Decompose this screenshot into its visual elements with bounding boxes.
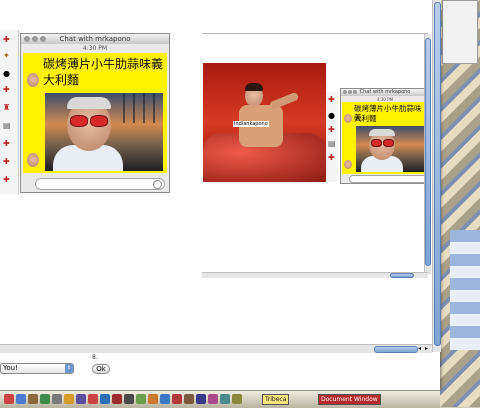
- dock-app-icon[interactable]: [52, 394, 62, 404]
- scroll-right-arrow[interactable]: ▸: [425, 345, 428, 352]
- content-vertical-scrollbar[interactable]: [424, 34, 431, 274]
- sidebar-icon[interactable]: ♜: [3, 104, 11, 112]
- chat-timestamp: 4:30 PM: [82, 45, 108, 52]
- document-window: ✚ ✦ ● ✚ ♜ ▤ ✚ ✚ ✚ Chat with mrkapono 4:3…: [0, 0, 441, 390]
- chat-window-right: Chat with mrkapono 4:30 PM 碳烤薄片小牛肋蒜味義 大利…: [340, 88, 430, 184]
- couch-photo: Indiankapono: [203, 63, 326, 182]
- sidebar-icon[interactable]: ✚: [328, 96, 336, 104]
- sidebar-icon[interactable]: ✚: [3, 140, 11, 148]
- dock-app-icon[interactable]: [136, 394, 146, 404]
- red-glasses: [70, 115, 88, 127]
- dock-app-icon[interactable]: [196, 394, 206, 404]
- dock-app-icon[interactable]: [208, 394, 218, 404]
- photo-caption: Indiankapono: [233, 121, 269, 127]
- dock: Tribeca Document Window: [0, 390, 440, 408]
- dock-app-icon[interactable]: [160, 394, 170, 404]
- dock-app-icon[interactable]: [4, 394, 14, 404]
- buddy-icon: [344, 160, 352, 169]
- chat-photo: [45, 93, 163, 171]
- sidebar-icon[interactable]: ✚: [3, 86, 11, 94]
- close-button[interactable]: [24, 36, 30, 42]
- dock-app-icon[interactable]: [112, 394, 122, 404]
- dock-app-icon[interactable]: [88, 394, 98, 404]
- sidebar-icon[interactable]: ✚: [328, 154, 336, 162]
- chat-message-line1: 碳烤薄片小牛肋蒜味義: [43, 57, 164, 71]
- window-vertical-scrollbar[interactable]: [432, 0, 441, 352]
- person-hair: [369, 129, 395, 136]
- dock-app-icon[interactable]: [28, 394, 38, 404]
- dock-minimized-window[interactable]: Tribeca: [262, 394, 290, 405]
- ok-button[interactable]: Ok: [92, 364, 110, 374]
- desktop-pattern: [440, 0, 480, 407]
- scroll-thumb[interactable]: [434, 2, 441, 346]
- right-sidebar-strip: ✚ ● ✚ ▤ ✚: [326, 92, 338, 182]
- dock-app-icon[interactable]: [220, 394, 230, 404]
- chat-input-field[interactable]: [349, 175, 427, 183]
- background-window-fragment: [442, 0, 478, 64]
- man-hair: [245, 83, 263, 91]
- sidebar-icon[interactable]: ✚: [328, 126, 336, 134]
- buddy-icon: [27, 73, 39, 87]
- dock-app-icon[interactable]: [100, 394, 110, 404]
- red-glasses: [371, 139, 382, 147]
- window-horizontal-scrollbar[interactable]: ◂ ▸: [0, 344, 432, 353]
- scroll-thumb[interactable]: [390, 273, 414, 278]
- dock-app-icon[interactable]: [172, 394, 182, 404]
- red-glasses: [383, 139, 394, 147]
- select-value: You!: [3, 364, 18, 372]
- dock-minimized-window[interactable]: Document Window: [318, 394, 381, 405]
- chat-message-panel: 碳烤薄片小牛肋蒜味義 大利麵: [23, 53, 167, 173]
- content-top-rule: [202, 33, 428, 34]
- dock-app-icon[interactable]: [40, 394, 50, 404]
- dock-app-icon[interactable]: [64, 394, 74, 404]
- content-horizontal-scrollbar[interactable]: [202, 272, 428, 278]
- buddy-icon: [27, 153, 39, 167]
- chat-message-panel: 碳烤薄片小牛肋蒜味義 大利麵: [342, 102, 428, 174]
- red-glasses: [90, 115, 108, 127]
- scroll-left-arrow[interactable]: ◂: [418, 345, 421, 352]
- sidebar-icon[interactable]: ✚: [3, 158, 11, 166]
- sidebar-icon[interactable]: ✚: [3, 36, 11, 44]
- buddy-icon: [344, 114, 352, 123]
- chat-input-field[interactable]: [35, 178, 165, 190]
- select-arrows-icon: ⇕: [65, 364, 73, 373]
- blue-window-strip: [450, 230, 480, 350]
- dock-app-icon[interactable]: [148, 394, 158, 404]
- dock-app-icon[interactable]: [184, 394, 194, 404]
- close-button[interactable]: [343, 90, 347, 94]
- scroll-thumb[interactable]: [374, 346, 418, 353]
- sidebar-icon[interactable]: ●: [3, 70, 11, 78]
- man-arm: [268, 91, 300, 111]
- sidebar-icon[interactable]: ▤: [3, 122, 11, 130]
- scroll-thumb[interactable]: [425, 38, 431, 266]
- person-hair: [67, 97, 111, 109]
- left-sidebar-strip: ✚ ✦ ● ✚ ♜ ▤ ✚ ✚ ✚: [0, 30, 19, 194]
- chat-message-line2: 大利麵: [354, 114, 377, 123]
- chat-title-bar[interactable]: Chat with mrkapono: [21, 34, 169, 44]
- palm-trees: [115, 93, 163, 123]
- small-label: 8.: [92, 354, 98, 361]
- sidebar-icon[interactable]: ▤: [328, 140, 336, 148]
- chat-title-bar[interactable]: Chat with mrkapono: [341, 89, 429, 96]
- dock-app-icon[interactable]: [232, 394, 242, 404]
- minimize-button[interactable]: [32, 36, 38, 42]
- zoom-button[interactable]: [40, 36, 46, 42]
- dock-app-icon[interactable]: [124, 394, 134, 404]
- chat-title: Chat with mrkapono: [359, 89, 411, 95]
- minimize-button[interactable]: [348, 90, 352, 94]
- dock-app-icon[interactable]: [16, 394, 26, 404]
- zoom-button[interactable]: [353, 90, 357, 94]
- chat-message-line2: 大利麵: [43, 73, 80, 87]
- emoticon-icon[interactable]: [153, 180, 162, 189]
- sidebar-icon[interactable]: ✦: [3, 52, 11, 60]
- sidebar-icon[interactable]: ✚: [3, 176, 11, 184]
- chat-title: Chat with mrkapono: [59, 35, 131, 43]
- sidebar-icon[interactable]: ●: [328, 112, 336, 120]
- chat-window-left: Chat with mrkapono 4:30 PM 碳烤薄片小牛肋蒜味義 大利…: [20, 33, 170, 193]
- recipient-select[interactable]: You! ⇕: [0, 363, 74, 374]
- chat-photo: [356, 126, 426, 172]
- dock-app-icon[interactable]: [76, 394, 86, 404]
